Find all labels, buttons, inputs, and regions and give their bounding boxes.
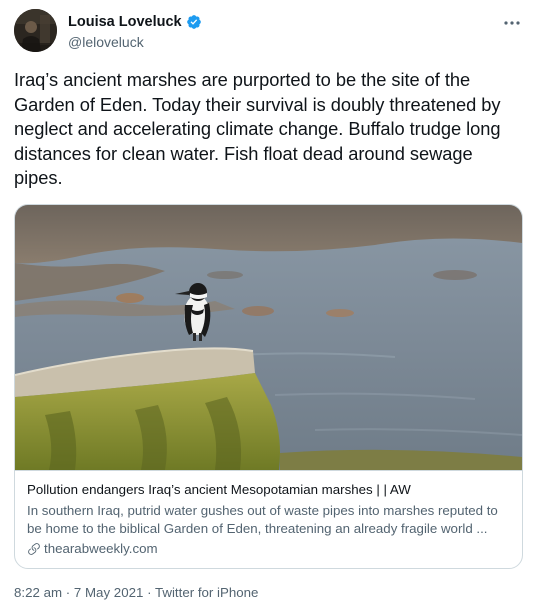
- verified-badge-icon: [186, 14, 202, 30]
- more-options-icon[interactable]: [500, 13, 524, 33]
- tweet-source[interactable]: Twitter for iPhone: [155, 585, 258, 600]
- avatar[interactable]: [14, 9, 57, 52]
- tweet-time[interactable]: 8:22 am: [14, 585, 62, 600]
- card-domain-text: thearabweekly.com: [44, 541, 158, 556]
- meta-separator: ·: [147, 585, 152, 600]
- avatar-photo: [14, 9, 57, 52]
- card-title[interactable]: Pollution endangers Iraq’s ancient Mesop…: [27, 481, 510, 499]
- link-icon: [27, 542, 41, 556]
- meta-separator: ·: [65, 585, 71, 600]
- user-info: Louisa Loveluck @leloveluck: [68, 12, 202, 50]
- card-text: Pollution endangers Iraq’s ancient Mesop…: [15, 470, 522, 568]
- display-name[interactable]: Louisa Loveluck: [68, 14, 182, 30]
- name-row: Louisa Loveluck: [68, 12, 202, 32]
- card-image[interactable]: [15, 205, 522, 470]
- tweet-date[interactable]: 7 May 2021: [74, 585, 143, 600]
- user-handle[interactable]: @leloveluck: [68, 34, 202, 50]
- tweet-header: Louisa Loveluck @leloveluck: [14, 9, 524, 53]
- card-domain[interactable]: thearabweekly.com: [27, 540, 510, 558]
- card-description: In southern Iraq, putrid water gushes ou…: [27, 503, 498, 536]
- link-preview-card[interactable]: Pollution endangers Iraq’s ancient Mesop…: [14, 204, 523, 569]
- tweet-meta: 8:22 am · 7 May 2021 · Twitter for iPhon…: [14, 584, 258, 602]
- tweet-text: Iraq’s ancient marshes are purported to …: [14, 69, 501, 188]
